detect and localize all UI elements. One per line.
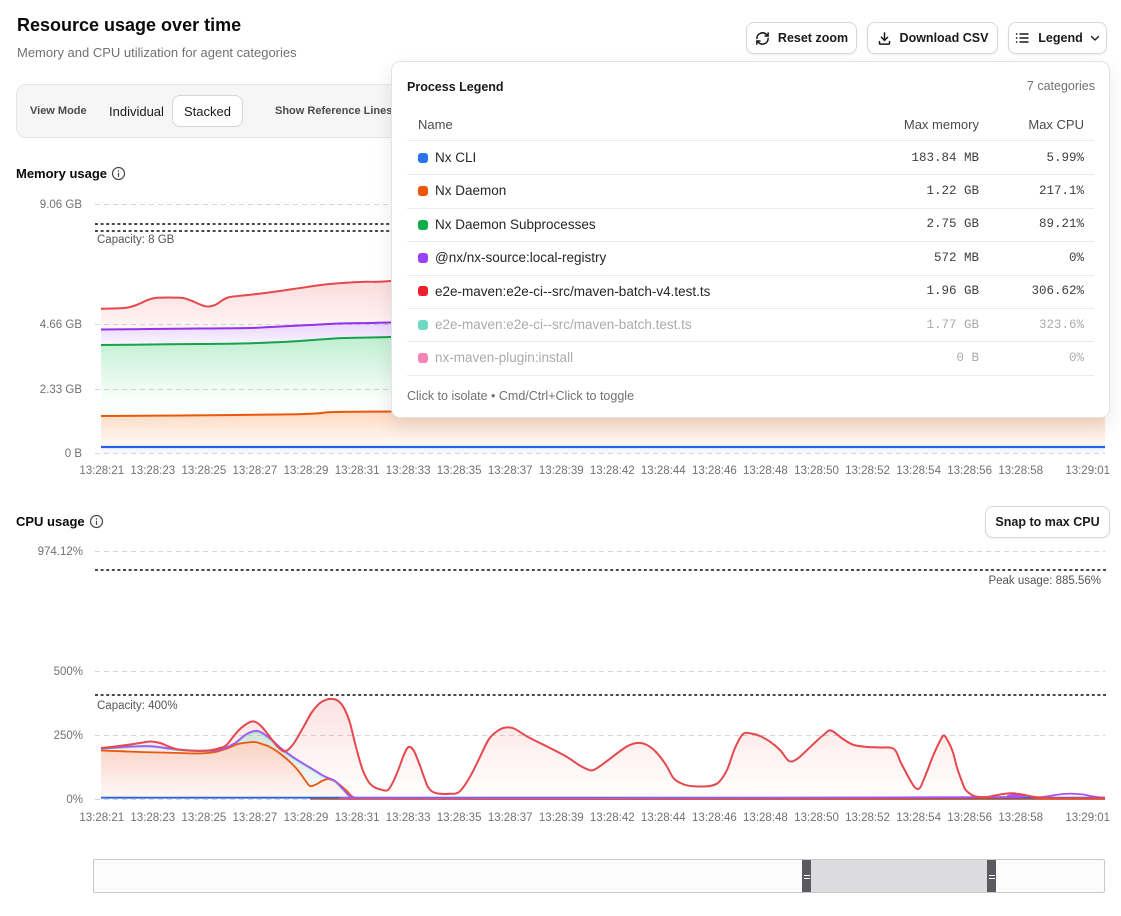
- svg-text:0%: 0%: [66, 794, 83, 806]
- svg-text:13:28:58: 13:28:58: [998, 812, 1043, 824]
- svg-text:13:28:23: 13:28:23: [130, 812, 175, 824]
- svg-text:13:28:56: 13:28:56: [947, 465, 992, 477]
- svg-text:Capacity: 400%: Capacity: 400%: [97, 700, 178, 712]
- svg-text:13:28:48: 13:28:48: [743, 465, 788, 477]
- svg-text:13:28:50: 13:28:50: [794, 812, 839, 824]
- svg-text:13:28:33: 13:28:33: [386, 812, 431, 824]
- svg-text:13:28:44: 13:28:44: [641, 812, 686, 824]
- svg-text:13:28:25: 13:28:25: [182, 812, 227, 824]
- svg-text:13:28:29: 13:28:29: [284, 465, 329, 477]
- svg-text:13:28:31: 13:28:31: [335, 465, 380, 477]
- svg-text:13:28:21: 13:28:21: [79, 465, 124, 477]
- svg-text:500%: 500%: [54, 666, 83, 678]
- svg-text:13:28:23: 13:28:23: [130, 465, 175, 477]
- svg-text:2.33 GB: 2.33 GB: [40, 384, 83, 396]
- svg-text:13:29:01: 13:29:01: [1065, 812, 1110, 824]
- svg-text:13:28:48: 13:28:48: [743, 812, 788, 824]
- svg-text:13:28:35: 13:28:35: [437, 465, 482, 477]
- svg-text:13:28:33: 13:28:33: [386, 465, 431, 477]
- svg-text:13:28:58: 13:28:58: [998, 465, 1043, 477]
- svg-text:13:28:39: 13:28:39: [539, 465, 584, 477]
- svg-text:974.12%: 974.12%: [38, 546, 83, 558]
- svg-text:Capacity: 8 GB: Capacity: 8 GB: [97, 234, 175, 246]
- svg-text:13:28:54: 13:28:54: [896, 812, 941, 824]
- svg-text:13:28:25: 13:28:25: [182, 465, 227, 477]
- svg-text:13:28:44: 13:28:44: [641, 465, 686, 477]
- svg-text:13:28:56: 13:28:56: [947, 812, 992, 824]
- svg-text:13:28:35: 13:28:35: [437, 812, 482, 824]
- svg-text:13:28:42: 13:28:42: [590, 812, 635, 824]
- svg-text:13:28:46: 13:28:46: [692, 812, 737, 824]
- svg-text:13:28:37: 13:28:37: [488, 812, 533, 824]
- svg-text:13:28:54: 13:28:54: [896, 465, 941, 477]
- svg-text:Peak usage: 885.56%: Peak usage: 885.56%: [988, 575, 1101, 587]
- svg-text:13:28:42: 13:28:42: [590, 465, 635, 477]
- svg-text:13:28:50: 13:28:50: [794, 465, 839, 477]
- svg-text:13:28:27: 13:28:27: [233, 812, 278, 824]
- svg-text:13:29:01: 13:29:01: [1065, 465, 1110, 477]
- svg-text:0 B: 0 B: [65, 448, 83, 460]
- svg-text:13:28:39: 13:28:39: [539, 812, 584, 824]
- svg-text:250%: 250%: [54, 730, 83, 742]
- svg-text:13:28:52: 13:28:52: [845, 812, 890, 824]
- svg-text:13:28:46: 13:28:46: [692, 465, 737, 477]
- svg-text:13:28:52: 13:28:52: [845, 465, 890, 477]
- svg-text:13:28:31: 13:28:31: [335, 812, 380, 824]
- svg-text:9.06 GB: 9.06 GB: [40, 199, 83, 211]
- svg-text:13:28:21: 13:28:21: [79, 812, 124, 824]
- svg-text:13:28:37: 13:28:37: [488, 465, 533, 477]
- svg-text:13:28:27: 13:28:27: [233, 465, 278, 477]
- svg-text:13:28:29: 13:28:29: [284, 812, 329, 824]
